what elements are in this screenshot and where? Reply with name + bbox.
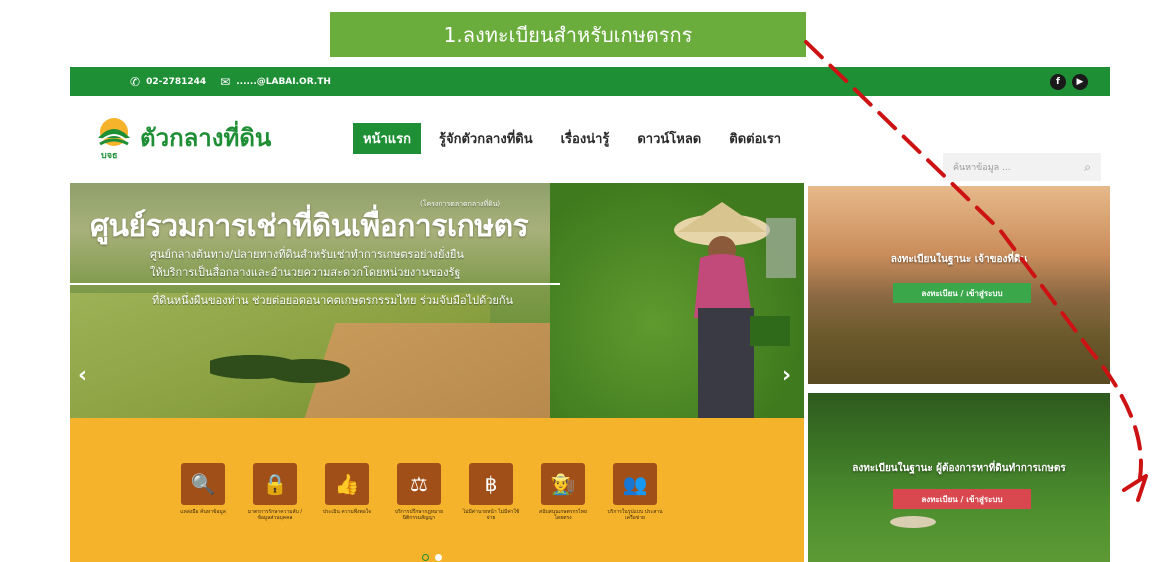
logo-emblem-icon: บจธ [94, 116, 134, 162]
services-panel: 🔍 แหล่งมือ ค้นหาข้อมูล 🔒 มาตรการรักษาควา… [70, 418, 804, 562]
site-header: บจธ ตัวกลางที่ดิน หน้าแรก รู้จักตัวกลางท… [70, 96, 1110, 182]
main-nav: หน้าแรก รู้จักตัวกลางที่ดิน เรื่องน่ารู้… [353, 123, 799, 154]
service-label: สนับสนุนเกษตรกรไทย โดยตรง [539, 509, 587, 522]
nav-item-contact[interactable]: ติดต่อเรา [719, 123, 791, 154]
slider-dot[interactable] [422, 554, 429, 561]
site-logo[interactable]: บจธ ตัวกลางที่ดิน [94, 116, 271, 162]
service-network[interactable]: 👥 บริการในรูปแบบ ประสานเครือข่าย [607, 463, 663, 522]
top-bar: ✆ 02-2781244 ✉ ......@LABAI.OR.TH f ▶ [70, 67, 1110, 96]
service-label: แหล่งมือ ค้นหาข้อมูล [180, 509, 226, 515]
search-box[interactable]: ค้นหาข้อมูล ... ⌕ [943, 153, 1101, 181]
service-label: บริการปรึกษากฎหมาย นิติกรรมสัญญา [394, 509, 444, 522]
hero-subtitle-3: ที่ดินหนึ่งผืนของท่าน ช่วยต่อยอดอนาคตเกษ… [152, 294, 514, 307]
services-list: 🔍 แหล่งมือ ค้นหาข้อมูล 🔒 มาตรการรักษาควา… [180, 463, 663, 522]
hero-slider: (โครงการตลาดกลางที่ดิน) ศูนย์รวมการเช่าท… [70, 183, 804, 418]
hero-subtitle-1: ศูนย์กลางต้นทาง/ปลายทางที่ดินสำหรับเช่าท… [150, 248, 464, 261]
nav-item-about[interactable]: รู้จักตัวกลางที่ดิน [429, 123, 543, 154]
facebook-icon[interactable]: f [1050, 73, 1066, 90]
farmer-register-button[interactable]: ลงทะเบียน / เข้าสู่ระบบ [893, 489, 1031, 509]
landowner-register-card: ลงทะเบียนในฐานะ เจ้าของที่ดิน ลงทะเบียน … [808, 186, 1110, 384]
farmer-register-card: ลงทะเบียนในฐานะ ผู้ต้องการหาที่ดินทำการเ… [808, 393, 1110, 562]
screenshot-stage: 1.ลงทะเบียนสำหรับเกษตรกร ✆ 02-2781244 ✉ … [0, 0, 1156, 562]
landowner-register-button[interactable]: ลงทะเบียน / เข้าสู่ระบบ [893, 283, 1031, 303]
hero-title: ศูนย์รวมการเช่าที่ดินเพื่อการเกษตร [90, 209, 529, 244]
slider-prev-icon[interactable]: ‹ [78, 363, 87, 388]
social-links: f ▶ [1050, 73, 1088, 90]
farmer-icon: 👨‍🌾 [541, 463, 585, 505]
slider-dot-active[interactable] [435, 554, 442, 561]
lock-icon: 🔒 [253, 463, 297, 505]
card-title: ลงทะเบียนในฐานะ ผู้ต้องการหาที่ดินทำการเ… [852, 463, 1066, 474]
logo-abbreviation: บจธ [101, 151, 118, 161]
service-satisfaction[interactable]: 👍 ประเมิน ความพึงพอใจ [323, 463, 371, 522]
service-label: ไม่มีค่านายหน้า ไม่มีค่าใช้จ่าย [462, 509, 520, 522]
service-no-fee[interactable]: ฿ ไม่มีค่านายหน้า ไม่มีค่าใช้จ่าย [463, 463, 519, 522]
service-label: มาตรการรักษาความลับ /ข้อมูลส่วนบุคคล [247, 509, 303, 522]
service-privacy[interactable]: 🔒 มาตรการรักษาความลับ /ข้อมูลส่วนบุคคล [248, 463, 302, 522]
email-address: ......@LABAI.OR.TH [236, 76, 331, 87]
service-label: ประเมิน ความพึงพอใจ [322, 509, 372, 515]
nav-item-knowledge[interactable]: เรื่องน่ารู้ [551, 123, 620, 154]
nav-item-home[interactable]: หน้าแรก [353, 123, 421, 154]
service-label: บริการในรูปแบบ ประสานเครือข่าย [607, 509, 663, 522]
phone-icon: ✆ [130, 74, 141, 89]
card-title: ลงทะเบียนในฐานะ เจ้าของที่ดิน [890, 254, 1028, 265]
scales-icon: ⚖ [397, 463, 441, 505]
hero-divider [70, 283, 560, 285]
slider-dots [422, 554, 442, 561]
email-contact[interactable]: ✉ ......@LABAI.OR.TH [220, 75, 331, 89]
mail-icon: ✉ [220, 74, 231, 89]
hero-subtitle-2: ให้บริการเป็นสื่อกลางและอำนวยความสะดวกโด… [150, 266, 461, 279]
search-icon[interactable]: ⌕ [1084, 160, 1091, 175]
search-icon: 🔍 [181, 463, 225, 505]
search-input[interactable]: ค้นหาข้อมูล ... [953, 160, 1011, 174]
youtube-icon[interactable]: ▶ [1072, 73, 1088, 90]
service-legal[interactable]: ⚖ บริการปรึกษากฎหมาย นิติกรรมสัญญา [395, 463, 443, 522]
thumbs-up-icon: 👍 [325, 463, 369, 505]
website: ✆ 02-2781244 ✉ ......@LABAI.OR.TH f ▶ บจ… [70, 67, 1110, 562]
phone-contact[interactable]: ✆ 02-2781244 [130, 75, 206, 89]
money-hand-icon: ฿ [469, 463, 513, 505]
service-search[interactable]: 🔍 แหล่งมือ ค้นหาข้อมูล [180, 463, 226, 522]
instruction-callout-text: 1.ลงทะเบียนสำหรับเกษตรกร [443, 22, 693, 47]
farmer-hat-image [890, 516, 936, 528]
service-farmer-support[interactable]: 👨‍🌾 สนับสนุนเกษตรกรไทย โดยตรง [539, 463, 587, 522]
phone-number: 02-2781244 [146, 76, 207, 87]
slider-next-icon[interactable]: › [782, 363, 791, 388]
hero-trees-image [210, 343, 350, 383]
site-name: ตัวกลางที่ดิน [140, 123, 272, 152]
nav-item-download[interactable]: ดาวน์โหลด [627, 123, 711, 154]
network-icon: 👥 [613, 463, 657, 505]
instruction-callout: 1.ลงทะเบียนสำหรับเกษตรกร [330, 12, 806, 57]
